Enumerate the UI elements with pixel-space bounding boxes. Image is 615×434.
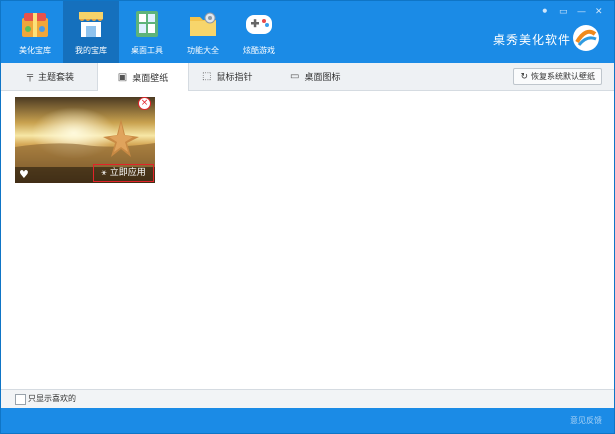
gift-box-icon: [20, 9, 50, 39]
restore-default-wallpaper-button[interactable]: ↻ 恢复系统默认壁纸: [513, 68, 602, 85]
minimize-button[interactable]: —: [577, 7, 586, 17]
nav-item-desktop-tools[interactable]: 桌面工具: [119, 1, 175, 63]
brush-icon: ╤: [27, 71, 34, 82]
heart-icon[interactable]: ♥: [19, 167, 29, 183]
close-button[interactable]: ✕: [595, 7, 603, 17]
app-window: 美化宝库 我的宝库 桌面工具 功能大全 炫酷游戏 ⚫ ▭ — ✕ 桌秀美化软件 …: [0, 0, 615, 434]
monitor-icon: ▭: [290, 71, 300, 82]
skin-icon[interactable]: ⚫: [541, 7, 549, 17]
nav-item-beautify-library[interactable]: 美化宝库: [7, 1, 63, 63]
show-favorites-label: 只显示喜欢的: [28, 394, 76, 403]
apply-label: 立即应用: [109, 168, 146, 178]
menu-icon[interactable]: ▭: [559, 7, 568, 17]
wallpaper-grid: ♥ ⚹ 立即应用 ×: [1, 91, 614, 389]
tab-mouse-pointer[interactable]: ⬚ 鼠标指针: [196, 63, 258, 90]
app-logo-icon: [573, 25, 599, 51]
nav-label: 炫酷游戏: [243, 46, 275, 55]
nav-label: 我的宝库: [75, 46, 107, 55]
restore-label: 恢复系统默认壁纸: [531, 72, 595, 81]
tools-icon: [132, 9, 162, 39]
brand-title: 桌秀美化软件: [493, 33, 572, 47]
tab-desktop-wallpaper[interactable]: ▣ 桌面壁纸: [97, 63, 189, 91]
tab-theme-suite[interactable]: ╤ 主题套装: [21, 63, 80, 90]
cursor-icon: ⬚: [202, 71, 212, 82]
picture-icon: ▣: [117, 71, 128, 83]
nav-item-my-library[interactable]: 我的宝库: [63, 1, 119, 63]
filter-footer: 只显示喜欢的: [1, 389, 614, 408]
tab-label: 鼠标指针: [216, 73, 253, 83]
nav-item-all-features[interactable]: 功能大全: [175, 1, 231, 63]
folder-gear-icon: [188, 9, 218, 39]
feedback-link[interactable]: 意见反馈: [570, 415, 602, 426]
nav-label: 桌面工具: [131, 46, 163, 55]
top-navigation-bar: 美化宝库 我的宝库 桌面工具 功能大全 炫酷游戏 ⚫ ▭ — ✕ 桌秀美化软件: [1, 1, 614, 63]
nav-label: 功能大全: [187, 46, 219, 55]
nav-item-cool-games[interactable]: 炫酷游戏: [231, 1, 287, 63]
tab-label: 桌面壁纸: [132, 73, 169, 84]
category-tabs: ╤ 主题套装 ▣ 桌面壁纸 ⬚ 鼠标指针 ▭ 桌面图标 ↻ 恢复系统默认壁纸: [1, 63, 614, 91]
magic-wand-icon: ⚹: [101, 168, 107, 178]
show-favorites-checkbox[interactable]: [15, 394, 26, 405]
refresh-icon: ↻: [520, 71, 528, 82]
apply-now-button[interactable]: ⚹ 立即应用: [93, 164, 154, 182]
status-bar: 意见反馈: [1, 408, 614, 433]
nav-label: 美化宝库: [19, 46, 51, 55]
gamepad-icon: [244, 9, 274, 39]
tab-label: 主题套装: [38, 73, 75, 83]
storefront-icon: [76, 9, 106, 39]
close-icon[interactable]: ×: [138, 97, 151, 110]
tab-label: 桌面图标: [304, 73, 341, 83]
tab-desktop-icons[interactable]: ▭ 桌面图标: [284, 63, 346, 90]
